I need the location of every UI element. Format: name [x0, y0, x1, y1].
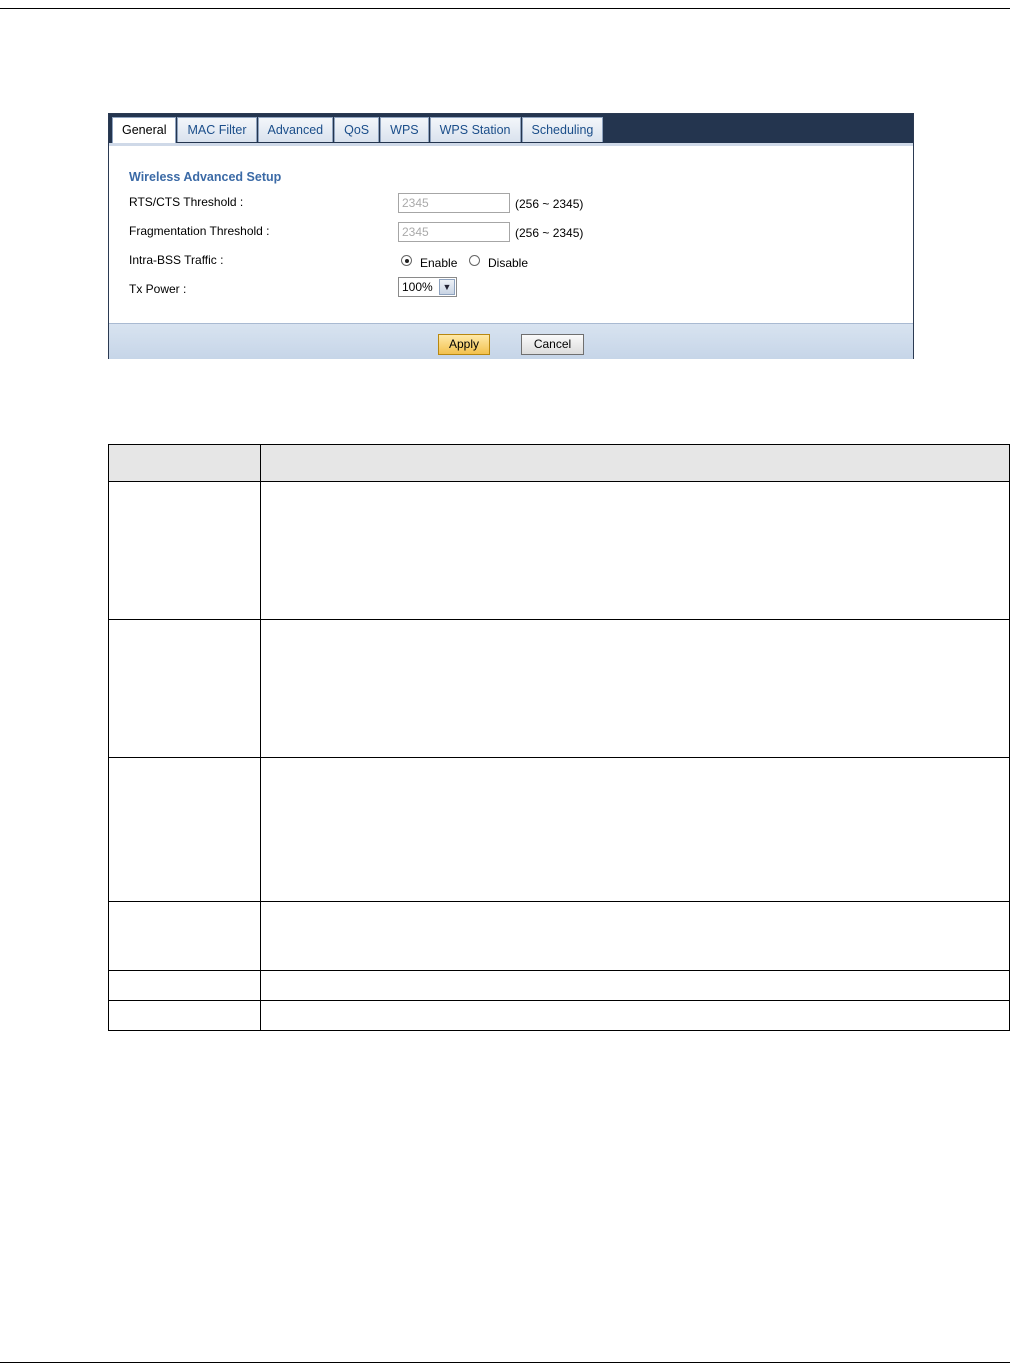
tab-wps[interactable]: WPS	[380, 117, 429, 142]
table-cell-label	[108, 901, 261, 971]
intra-bss-disable-radio[interactable]	[469, 255, 480, 266]
table-cell-label	[108, 1000, 261, 1031]
table-row	[108, 481, 1010, 620]
table-header-label	[108, 444, 261, 482]
table-cell-label	[108, 970, 261, 1001]
cancel-button[interactable]: Cancel	[521, 334, 584, 355]
fragmentation-threshold-label: Fragmentation Threshold :	[129, 224, 270, 238]
apply-button[interactable]: Apply	[438, 334, 490, 355]
rts-threshold-label: RTS/CTS Threshold :	[129, 195, 244, 209]
table-cell-label	[108, 481, 261, 620]
rts-range-hint: (256 ~ 2345)	[515, 197, 584, 211]
disable-label: Disable	[488, 256, 529, 270]
tab-qos[interactable]: QoS	[334, 117, 380, 142]
table-row	[108, 619, 1010, 758]
tab-advanced[interactable]: Advanced	[257, 117, 334, 142]
fragmentation-range-hint: (256 ~ 2345)	[515, 226, 584, 240]
tab-wps-station[interactable]: WPS Station	[429, 117, 521, 142]
table-cell-description	[260, 757, 1010, 902]
table-cell-description	[260, 1000, 1010, 1031]
table-cell-label	[108, 757, 261, 902]
tab-mac-filter[interactable]: MAC Filter	[177, 117, 257, 142]
enable-label: Enable	[420, 256, 458, 270]
table-header-row	[108, 444, 1010, 482]
table-header-description	[260, 444, 1010, 482]
tx-power-label: Tx Power :	[129, 282, 187, 296]
settings-content: Wireless Advanced Setup RTS/CTS Threshol…	[109, 143, 913, 323]
tab-scheduling[interactable]: Scheduling	[521, 117, 604, 142]
page-header-rule	[0, 8, 1010, 9]
field-description-table	[108, 444, 1010, 1031]
tx-power-select[interactable]: 100% ▼	[398, 277, 457, 297]
table-cell-description	[260, 619, 1010, 758]
table-cell-label	[108, 619, 261, 758]
tab-bar: General MAC Filter Advanced QoS WPS WPS …	[109, 114, 913, 144]
tx-power-value: 100%	[402, 280, 433, 294]
chevron-down-icon[interactable]: ▼	[439, 279, 455, 295]
table-row	[108, 1000, 1010, 1031]
table-row	[108, 757, 1010, 902]
table-cell-description	[260, 481, 1010, 620]
tab-general[interactable]: General	[112, 117, 177, 144]
rts-threshold-input[interactable]	[398, 193, 510, 213]
page-footer-rule	[0, 1362, 1010, 1363]
table-row	[108, 970, 1010, 1001]
table-cell-description	[260, 970, 1010, 1001]
wireless-settings-panel: General MAC Filter Advanced QoS WPS WPS …	[108, 113, 914, 359]
intra-bss-enable-radio[interactable]	[401, 255, 412, 266]
table-cell-description	[260, 901, 1010, 971]
table-row	[108, 901, 1010, 971]
intra-bss-traffic-label: Intra-BSS Traffic :	[129, 253, 224, 267]
fragmentation-threshold-input[interactable]	[398, 222, 510, 242]
button-bar: Apply Cancel	[109, 323, 913, 359]
section-title: Wireless Advanced Setup	[129, 170, 282, 184]
